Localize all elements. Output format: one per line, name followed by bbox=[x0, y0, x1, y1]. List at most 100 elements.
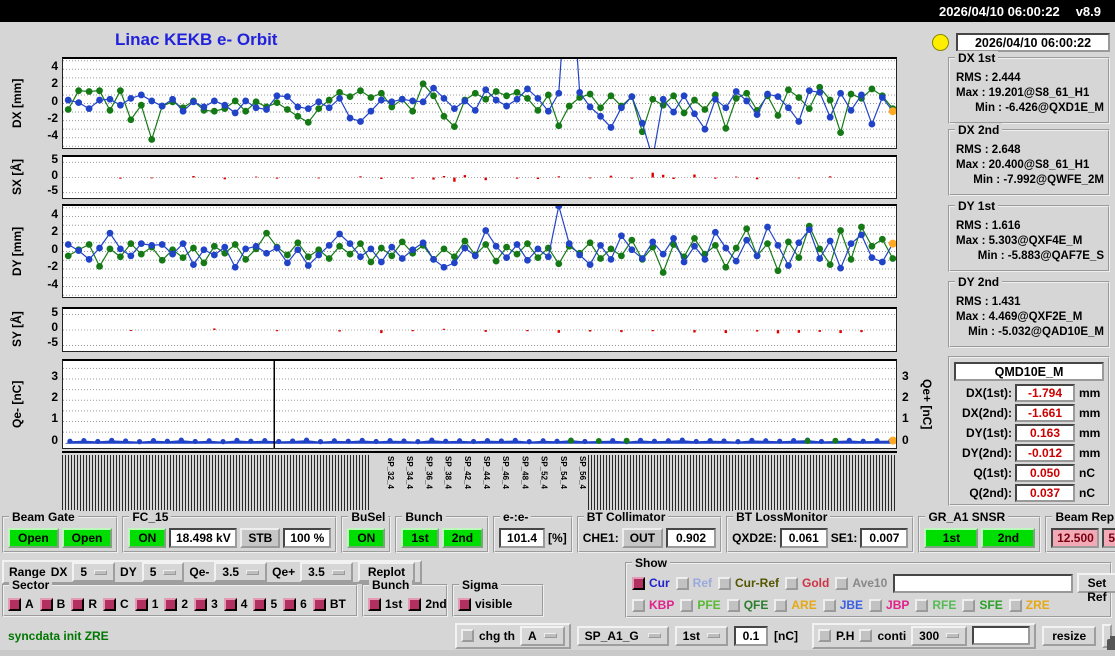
dy-ytick: -2 bbox=[47, 259, 58, 273]
set-ref-button[interactable]: Set Ref bbox=[1077, 573, 1115, 604]
range-qe-plus-select[interactable]: 3.5 bbox=[300, 562, 353, 582]
checkbox[interactable] bbox=[774, 598, 788, 612]
checkbox[interactable] bbox=[718, 576, 732, 590]
fc15-on-button[interactable]: ON bbox=[128, 528, 167, 548]
checkbox[interactable] bbox=[835, 576, 849, 590]
checkbox[interactable] bbox=[253, 597, 267, 611]
checkbox[interactable] bbox=[223, 597, 237, 611]
sector-c: C bbox=[103, 597, 129, 611]
monitor-row: Q(2nd): 0.037 nC bbox=[954, 483, 1104, 502]
option-menu-indicator bbox=[946, 633, 960, 638]
chg-th-select[interactable]: A bbox=[520, 625, 565, 646]
qe-plot bbox=[62, 359, 897, 449]
checkbox-label: C bbox=[120, 597, 129, 611]
bunch-2nd-button[interactable]: 2nd bbox=[441, 528, 484, 548]
checkbox[interactable] bbox=[312, 597, 326, 611]
beam-gate-open-1-button[interactable]: Open bbox=[8, 528, 59, 548]
checkbox[interactable] bbox=[134, 597, 148, 611]
beam-rep-1-field: 12.500 bbox=[1051, 528, 1100, 548]
show-jbe: JBE bbox=[822, 598, 863, 612]
sy-ytick: 5 bbox=[51, 304, 58, 319]
qe-ytick: 1 bbox=[51, 411, 58, 426]
checkbox[interactable] bbox=[103, 597, 117, 611]
checkbox[interactable] bbox=[632, 598, 645, 612]
monitor-row-value: -1.661 bbox=[1015, 403, 1075, 422]
che1-out-button[interactable]: OUT bbox=[621, 528, 664, 548]
monitor-row-value: -0.012 bbox=[1015, 443, 1075, 462]
sy-ytick: 0 bbox=[51, 320, 58, 334]
monitor-row-label: DX(2nd): bbox=[962, 405, 1012, 420]
checkbox-label: visible bbox=[475, 597, 513, 611]
ph-checkbox[interactable] bbox=[818, 629, 832, 642]
bunch-select[interactable]: 1st bbox=[674, 625, 729, 646]
chg-th-checkbox[interactable] bbox=[461, 629, 474, 642]
monitor-row-label: Q(2nd): bbox=[969, 485, 1012, 500]
sector-3: 3 bbox=[194, 597, 218, 611]
option-menu-indicator bbox=[331, 569, 345, 575]
snsr-2nd-button[interactable]: 2nd bbox=[981, 528, 1036, 548]
checkbox[interactable] bbox=[164, 597, 178, 611]
checkbox[interactable] bbox=[822, 598, 836, 612]
extra-input[interactable] bbox=[972, 626, 1031, 645]
screenshot-button[interactable] bbox=[1102, 623, 1115, 653]
checkbox-label: RFE bbox=[932, 598, 957, 612]
sx-ytick: 5 bbox=[51, 152, 58, 167]
monitor-row-label: DY(2nd): bbox=[962, 445, 1012, 460]
sy-axis-title: SY [Å] bbox=[10, 311, 24, 348]
ref-name-input[interactable] bbox=[893, 573, 1074, 593]
x-axis-line bbox=[62, 451, 897, 453]
checkbox[interactable] bbox=[915, 598, 929, 612]
qe-plus-axis-title: Qe+ [nC] bbox=[920, 378, 934, 430]
busel-on-button[interactable]: ON bbox=[347, 528, 386, 548]
sector-2: 2 bbox=[164, 597, 188, 611]
checkbox[interactable] bbox=[39, 597, 53, 611]
dx1-min: -6.426@QXD1E_M bbox=[1005, 102, 1104, 114]
beam-gate-open-2-button[interactable]: Open bbox=[61, 528, 113, 548]
checkbox[interactable] bbox=[726, 598, 740, 612]
dx-plot bbox=[62, 57, 897, 149]
monitor-row-unit: mm bbox=[1079, 385, 1101, 400]
sp-monitor-select[interactable]: SP_A1_G bbox=[576, 625, 669, 646]
show-qfe: QFE bbox=[726, 598, 768, 612]
conti-interval-select[interactable]: 300 bbox=[911, 625, 968, 646]
conti-checkbox[interactable] bbox=[859, 629, 873, 642]
threshold-field[interactable]: 0.1 bbox=[734, 625, 769, 646]
checkbox[interactable] bbox=[458, 597, 471, 611]
checkbox[interactable] bbox=[680, 598, 694, 612]
checkbox[interactable] bbox=[8, 597, 21, 611]
show-sfe: SFE bbox=[962, 598, 1003, 612]
bpm-x-label: SP_32_4 bbox=[385, 456, 395, 489]
stat-box-dx-1st: DX 1st RMS : 2.444 Max : 19.201@S8_61_H1… bbox=[948, 51, 1110, 124]
checkbox-label: Cur bbox=[649, 576, 670, 590]
checkbox[interactable] bbox=[283, 597, 297, 611]
monitor-row-value: -1.794 bbox=[1015, 383, 1075, 402]
checkbox[interactable] bbox=[71, 597, 85, 611]
bunch-1st-button[interactable]: 1st bbox=[401, 528, 439, 548]
checkbox[interactable] bbox=[632, 576, 645, 590]
snsr-1st-button[interactable]: 1st bbox=[924, 528, 979, 548]
monitor-row: DY(1st): 0.163 mm bbox=[954, 423, 1104, 442]
range-dy-select[interactable]: 5 bbox=[141, 562, 185, 582]
group-gr-a1-snsr: GR_A1 SNSR 1st 2nd bbox=[918, 510, 1042, 553]
stat-box-title: DY 1st bbox=[955, 199, 999, 213]
checkbox[interactable] bbox=[675, 576, 689, 590]
checkbox[interactable] bbox=[194, 597, 208, 611]
checkbox[interactable] bbox=[785, 576, 799, 590]
fc15-percent-field: 100 % bbox=[283, 528, 332, 548]
checkbox[interactable] bbox=[962, 598, 976, 612]
qe-ytick: 3 bbox=[51, 369, 58, 384]
monitor-row: Q(1st): 0.050 nC bbox=[954, 463, 1104, 482]
beam-control-row: Beam Gate Open Open FC_15 ON 18.498 kV S… bbox=[2, 510, 1115, 553]
status-message: syncdata init ZRE bbox=[8, 628, 109, 643]
range-qe-minus-select[interactable]: 3.5 bbox=[214, 562, 268, 582]
fc15-stb-button[interactable]: STB bbox=[240, 528, 281, 548]
checkbox[interactable] bbox=[368, 597, 381, 611]
sector-b: B bbox=[39, 597, 65, 611]
checkbox[interactable] bbox=[1008, 598, 1022, 612]
checkbox[interactable] bbox=[869, 598, 883, 612]
checkbox[interactable] bbox=[408, 597, 422, 611]
checkbox-label: KBP bbox=[649, 598, 675, 612]
dy-plot bbox=[62, 204, 897, 298]
range-dx-select[interactable]: 5 bbox=[72, 562, 116, 582]
resize-button[interactable]: resize bbox=[1042, 625, 1097, 646]
